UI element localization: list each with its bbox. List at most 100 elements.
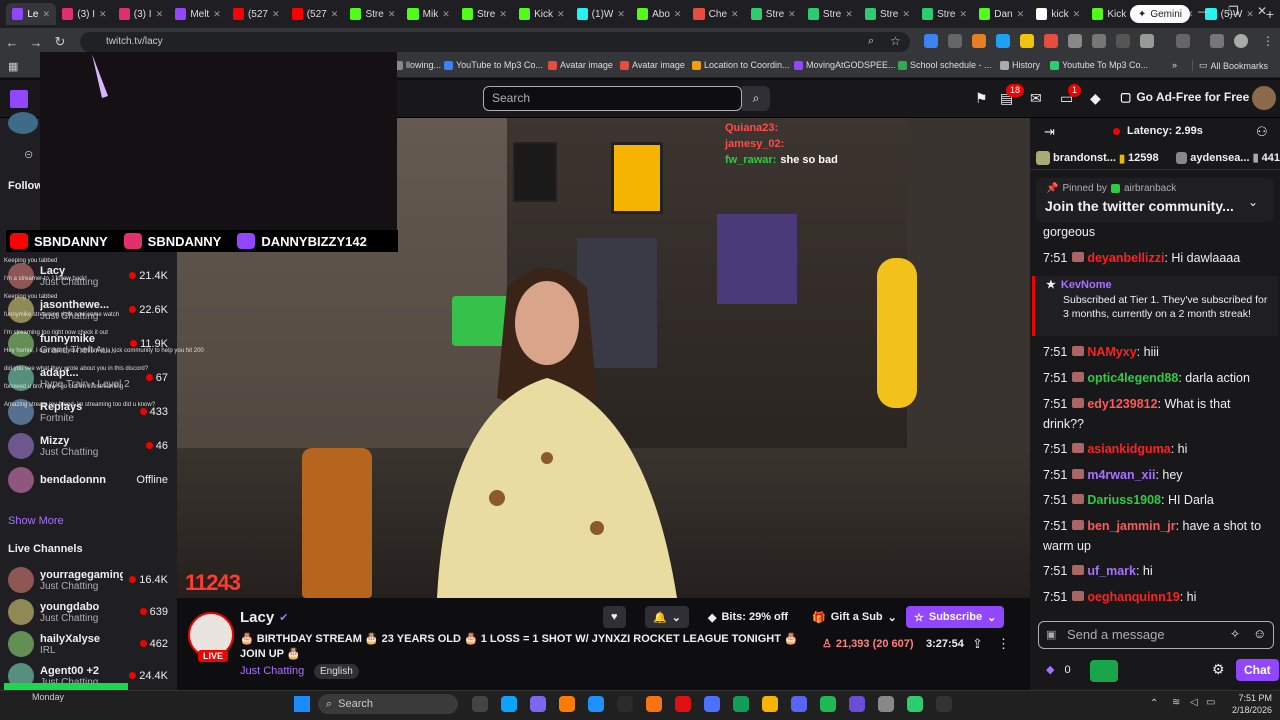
close-tab-icon[interactable]: ✕ — [1017, 9, 1025, 20]
emote-picker-icon[interactable]: ☺ — [1253, 626, 1266, 641]
close-tab-icon[interactable]: ✕ — [156, 9, 164, 20]
browser-tab[interactable]: Le ✕ — [6, 3, 57, 25]
emote-effect-icon[interactable]: ✧ — [1230, 627, 1240, 641]
taskbar-app-icon[interactable] — [820, 696, 836, 712]
extension-icon[interactable] — [1020, 34, 1034, 48]
extension-icon[interactable] — [1068, 34, 1082, 48]
browser-tab[interactable]: kick ✕ — [1030, 3, 1086, 25]
taskbar-app-icon[interactable] — [704, 696, 720, 712]
browser-tab[interactable]: Stre ✕ — [859, 3, 916, 25]
browser-tab[interactable]: Kick✕ — [513, 3, 571, 25]
battery-icon[interactable]: ▭ — [1206, 697, 1215, 708]
close-tab-icon[interactable]: ✕ — [442, 9, 450, 20]
collapse-icon[interactable]: ⊝ — [24, 148, 33, 161]
bookmark-item[interactable]: Location to Coordin... — [692, 60, 790, 70]
browser-tab[interactable]: Dan ✕ — [973, 3, 1030, 25]
browser-tab[interactable]: (527 ✕ — [227, 3, 286, 25]
taskbar-app-icon[interactable] — [559, 696, 575, 712]
close-tab-icon[interactable]: ✕ — [674, 9, 682, 20]
close-tab-icon[interactable]: ✕ — [1246, 9, 1254, 20]
close-tab-icon[interactable]: ✕ — [617, 9, 625, 20]
bookmark-item[interactable]: Avatar image — [620, 60, 685, 70]
users-icon[interactable]: ⚇ — [1256, 124, 1268, 140]
chat-username[interactable]: Dariuss1908 — [1087, 493, 1161, 507]
chat-message[interactable]: gorgeous — [1043, 222, 1268, 242]
close-tab-icon[interactable]: ✕ — [1073, 9, 1081, 20]
chat-message[interactable]: 7:51 edy1239812: What is that drink?? — [1043, 394, 1268, 434]
minimize-icon[interactable]: — — [1198, 4, 1210, 18]
close-tab-icon[interactable]: ✕ — [845, 9, 853, 20]
chat-message[interactable]: 7:51 optic4legend88: darla action — [1043, 368, 1268, 388]
channel-points-reward-button[interactable] — [1090, 660, 1118, 682]
taskbar-app-icon[interactable] — [907, 696, 923, 712]
taskbar-app-icon[interactable] — [762, 696, 778, 712]
close-tab-icon[interactable]: ✕ — [388, 9, 396, 20]
apps-icon[interactable]: ▦ — [8, 60, 18, 73]
chat-message[interactable]: 7:51 oeghanquinn19: hi — [1043, 587, 1268, 607]
browser-tab[interactable]: (1)W ✕ — [571, 3, 631, 25]
volume-icon[interactable]: ◁ — [1190, 697, 1198, 708]
address-bar[interactable]: twitch.tv/lacy — [80, 32, 910, 52]
browser-tab[interactable]: Stre ✕ — [456, 3, 513, 25]
subscribe-button[interactable]: ☆ Subscribe ⌄ — [906, 606, 1005, 628]
close-tab-icon[interactable]: ✕ — [499, 9, 507, 20]
extension-icon[interactable] — [972, 34, 986, 48]
chat-username[interactable]: oeghanquinn19 — [1087, 590, 1179, 604]
crown-icon[interactable]: ⚑ — [975, 90, 988, 107]
forward-icon[interactable]: → — [24, 35, 48, 50]
browser-tab[interactable]: Che ✕ — [687, 3, 744, 25]
extension-icon[interactable] — [924, 34, 938, 48]
ad-free-button[interactable]: ▢ Go Ad-Free for Free — [1120, 90, 1249, 104]
close-tab-icon[interactable]: ✕ — [272, 9, 280, 20]
sidebar-channel[interactable]: youngdabo Just Chatting 639 — [8, 594, 168, 630]
sidebar-channel[interactable]: bendadonnn Offline — [8, 462, 168, 498]
browser-tab[interactable]: Stre ✕ — [745, 3, 802, 25]
bookmark-item[interactable]: MovingAtGODSPEE... — [794, 60, 896, 70]
chat-message[interactable]: 7:51 m4rwan_xii: hey — [1043, 465, 1268, 485]
chevron-down-icon[interactable]: ⌄ — [1248, 195, 1258, 209]
start-menu-icon[interactable] — [294, 696, 310, 712]
browser-tab[interactable]: Stre ✕ — [916, 3, 973, 25]
browser-tab[interactable]: Stre ✕ — [344, 3, 401, 25]
taskbar-app-icon[interactable] — [791, 696, 807, 712]
taskbar-app-icon[interactable] — [733, 696, 749, 712]
bits-button[interactable]: ◆ Bits: 29% off — [700, 606, 796, 628]
weather-widget[interactable]: Monday — [2, 692, 72, 703]
close-tab-icon[interactable]: ✕ — [959, 9, 967, 20]
bookmark-item[interactable]: Avatar image — [548, 60, 613, 70]
browser-tab[interactable]: Abo ✕ — [631, 3, 688, 25]
sidebar-channel[interactable]: Mizzy Just Chatting 46 — [8, 428, 168, 464]
profile-avatar[interactable] — [1234, 34, 1248, 48]
bookmark-item[interactable]: llowing... — [394, 60, 441, 70]
settings-gear-icon[interactable]: ⚙ — [1212, 661, 1225, 678]
taskbar-app-icon[interactable] — [878, 696, 894, 712]
kebab-menu-icon[interactable]: ⋮ — [1262, 34, 1274, 48]
taskbar-app-icon[interactable] — [472, 696, 488, 712]
reload-icon[interactable]: ↻ — [48, 34, 72, 50]
taskbar-app-icon[interactable] — [936, 696, 952, 712]
taskbar-app-icon[interactable] — [849, 696, 865, 712]
bookmark-star-icon[interactable]: ☆ — [890, 34, 901, 48]
close-tab-icon[interactable]: ✕ — [788, 9, 796, 20]
chat-message[interactable]: 7:51 uf_mark: hi — [1043, 561, 1268, 581]
bits-icon[interactable]: ◆ — [1090, 90, 1101, 107]
chat-message[interactable]: 7:51 Dariuss1908: HI Darla — [1043, 490, 1268, 510]
bookmarks-overflow-icon[interactable]: » — [1172, 60, 1177, 70]
close-tab-icon[interactable]: ✕ — [331, 9, 339, 20]
extension-icon[interactable] — [996, 34, 1010, 48]
all-bookmarks[interactable]: ▭ All Bookmarks — [1192, 60, 1268, 71]
taskbar-app-icon[interactable] — [501, 696, 517, 712]
twitch-logo-icon[interactable] — [10, 90, 28, 108]
browser-tab[interactable]: (527 ✕ — [286, 3, 345, 25]
streamer-name[interactable]: Lacy ✔ — [240, 609, 288, 626]
taskbar-app-icon[interactable] — [617, 696, 633, 712]
taskbar-search[interactable]: ⌕ Search — [318, 694, 458, 714]
browser-tab[interactable]: Mik ✕ — [401, 3, 455, 25]
chat-username[interactable]: m4rwan_xii — [1087, 468, 1155, 482]
side-panel-icon[interactable] — [1176, 34, 1190, 48]
cheer-icon[interactable]: ▣ — [1046, 628, 1056, 641]
taskbar-app-icon[interactable] — [675, 696, 691, 712]
close-tab-icon[interactable]: ✕ — [42, 9, 50, 20]
gift-sub-button[interactable]: 🎁 Gift a Sub ⌄ — [804, 606, 905, 628]
show-more-link[interactable]: Show More — [8, 515, 64, 527]
